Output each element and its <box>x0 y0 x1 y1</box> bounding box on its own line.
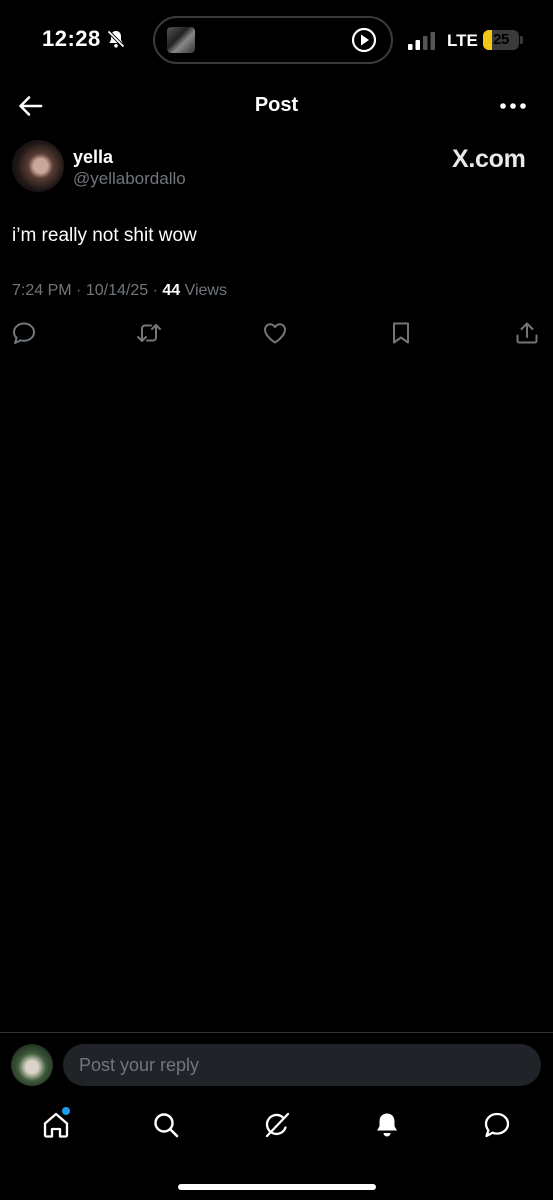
battery-level: 25 <box>493 31 509 48</box>
bookmark-button[interactable] <box>388 320 414 346</box>
post-text: i’m really not shit wow <box>12 225 197 246</box>
reply-icon <box>13 322 35 344</box>
post-time: 7:24 PM <box>12 282 72 299</box>
more-horizontal-icon[interactable] <box>498 96 528 116</box>
source-label: X.com <box>452 145 526 173</box>
battery-icon: 25 <box>483 30 519 50</box>
like-button[interactable] <box>262 320 288 346</box>
play-icon[interactable] <box>351 27 377 53</box>
now-playing-thumbnail <box>167 27 195 53</box>
post-meta: 7:24 PM · 10/14/25 · 44 Views <box>12 282 227 300</box>
status-time: 12:28 <box>42 26 101 51</box>
meta-separator: · <box>76 282 82 299</box>
meta-separator: · <box>152 282 158 299</box>
page-title: Post <box>254 94 299 116</box>
post-date: 10/14/25 <box>85 282 149 299</box>
author-name[interactable]: yella <box>73 147 113 168</box>
like-icon <box>264 323 286 344</box>
home-indicator[interactable] <box>178 1184 376 1190</box>
dynamic-island[interactable] <box>153 16 393 64</box>
author-avatar[interactable] <box>12 140 64 192</box>
home-notification-dot <box>62 1107 70 1115</box>
notifications-icon <box>377 1113 397 1137</box>
reply-divider <box>0 1032 553 1033</box>
search-icon <box>154 1113 179 1138</box>
grok-icon <box>265 1112 290 1138</box>
bookmark-icon <box>393 322 409 344</box>
share-icon <box>516 322 538 344</box>
reply-input[interactable]: Post your reply <box>63 1044 541 1086</box>
author-handle[interactable]: @yellabordallo <box>73 169 186 189</box>
silent-mode-icon <box>107 30 125 48</box>
messages-icon <box>484 1112 510 1138</box>
cellular-signal-icon <box>408 32 435 50</box>
repost-button[interactable] <box>136 320 162 346</box>
battery-nub <box>520 36 523 44</box>
nav-messages[interactable] <box>482 1110 512 1140</box>
current-user-avatar[interactable] <box>11 1044 53 1086</box>
reply-button[interactable] <box>11 320 37 346</box>
network-type: LTE <box>447 31 478 50</box>
nav-grok[interactable] <box>262 1110 292 1140</box>
views-label[interactable]: Views <box>185 282 227 299</box>
share-button[interactable] <box>514 320 540 346</box>
repost-icon <box>137 324 161 342</box>
views-count[interactable]: 44 <box>162 282 180 299</box>
nav-search[interactable] <box>151 1110 181 1140</box>
nav-notifications[interactable] <box>372 1110 402 1140</box>
